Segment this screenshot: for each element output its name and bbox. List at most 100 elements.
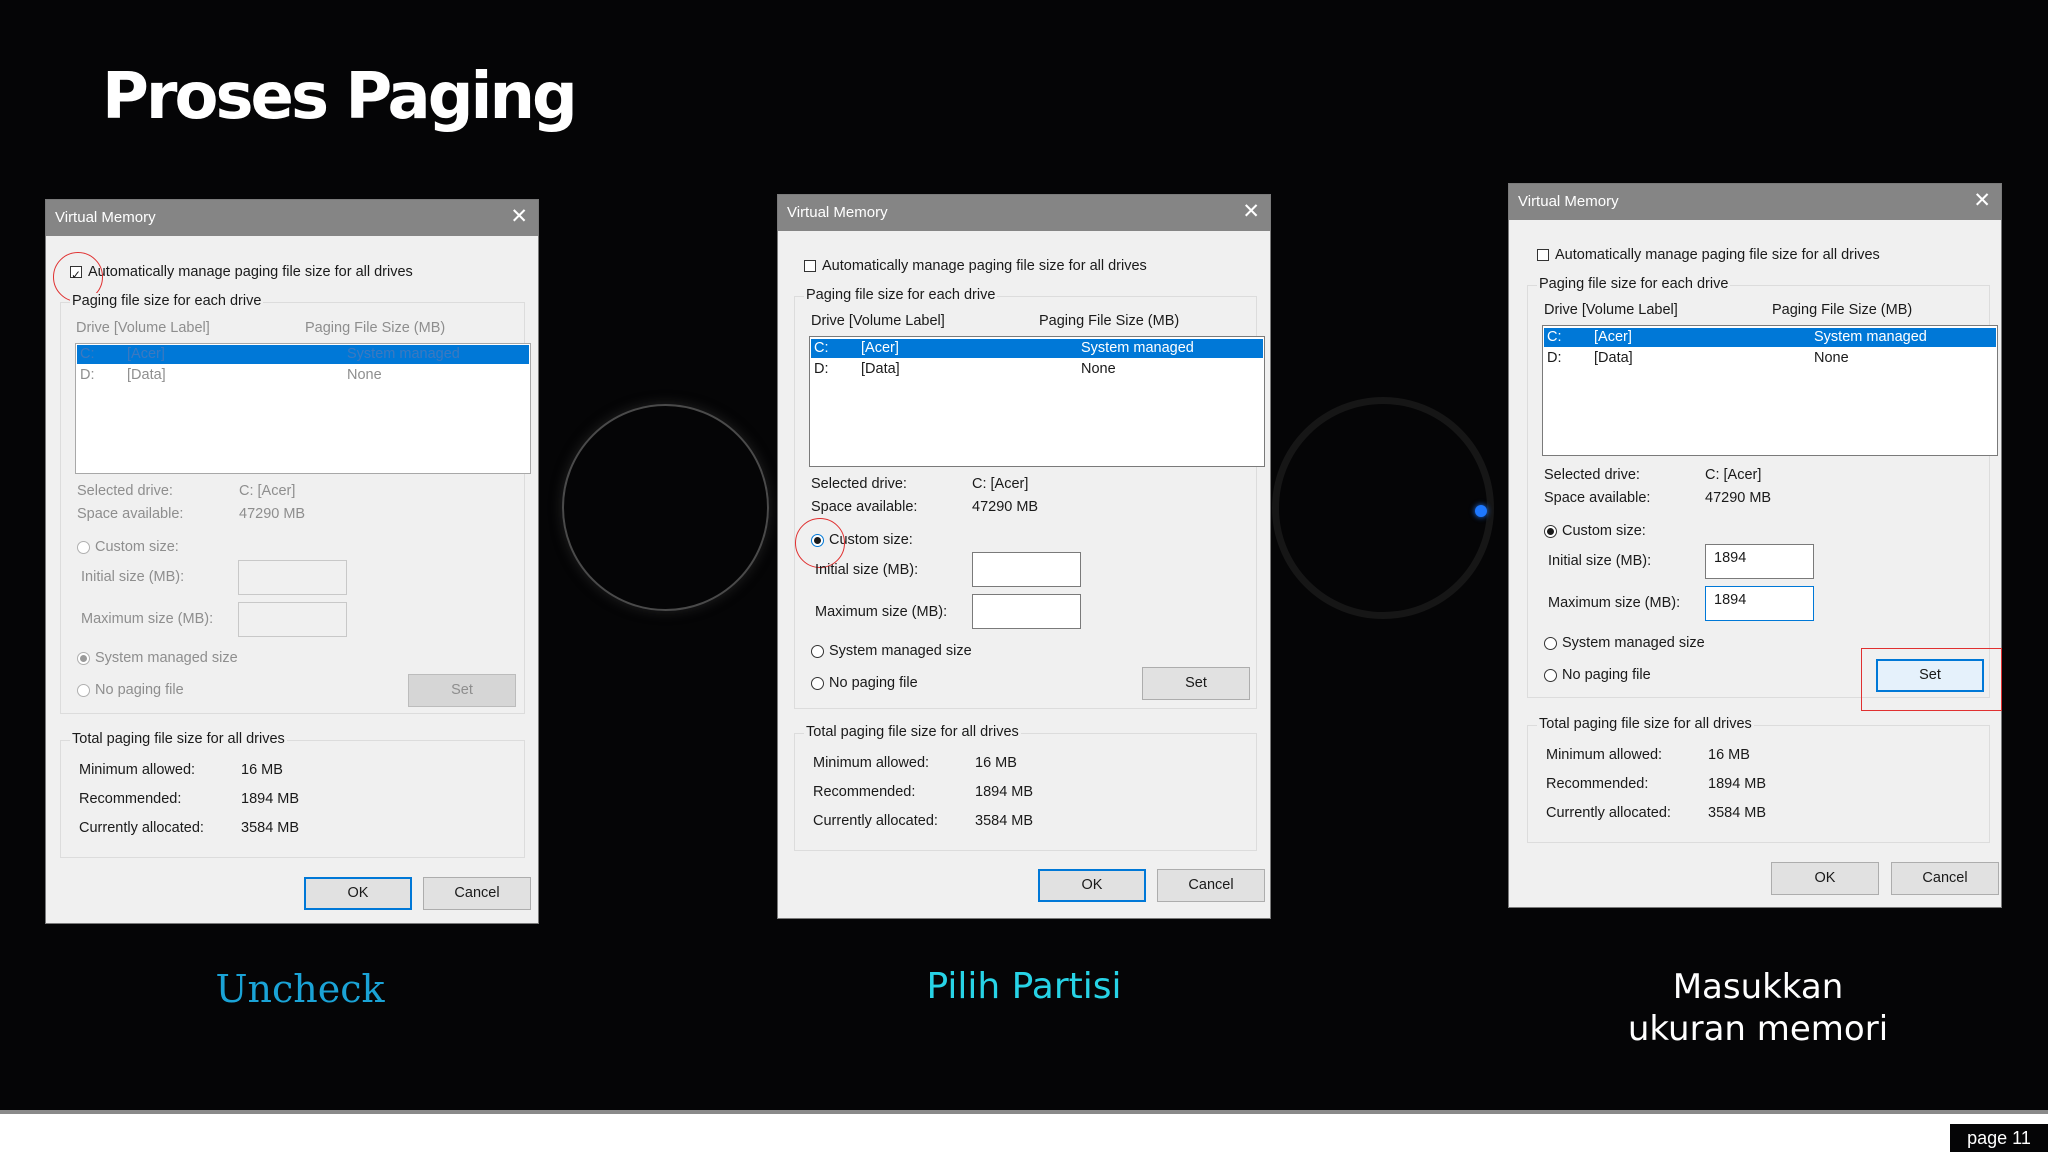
dialog-titlebar: Virtual Memory ✕ [1509,184,2001,220]
selected-drive-value: C: [Acer] [239,483,296,499]
footer-bar [0,1110,2048,1152]
maximum-size-input[interactable]: 1894 [1705,586,1814,621]
allocated-value: 3584 MB [1708,805,1767,821]
radio-circle[interactable] [77,684,90,697]
auto-manage-label: Automatically manage paging file size fo… [822,258,1147,274]
system-managed-radio[interactable]: System managed size [811,643,972,659]
slide-title: Proses Paging [102,60,578,134]
allocated-value: 3584 MB [975,813,1034,829]
dialog-title: Virtual Memory [1518,193,1619,210]
ok-button[interactable]: OK [1038,869,1146,902]
set-button[interactable]: Set [1142,667,1250,700]
no-paging-label: No paging file [95,682,184,698]
total-group-label: Total paging file size for all drives [70,731,287,747]
column-size: Paging File Size (MB) [1772,302,1913,318]
drive-list[interactable]: C: [Acer] System managed D: [Data] None [809,336,1265,467]
each-drive-group-label: Paging file size for each drive [1537,276,1731,292]
drive-row-d[interactable]: D: [Data] None [1544,349,1996,368]
caption-uncheck: Uncheck [215,967,385,1011]
radio-circle[interactable] [811,677,824,690]
recommended-value: 1894 MB [1708,776,1767,792]
drive-list[interactable]: C: [Acer] System managed D: [Data] None [1542,325,1998,456]
checkbox-box[interactable] [804,260,816,272]
close-icon[interactable]: ✕ [1242,200,1260,224]
minimum-allowed-value: 16 MB [975,755,1017,771]
checkbox-box[interactable] [1537,249,1549,261]
set-button[interactable]: Set [408,674,516,707]
highlight-rectangle [1861,648,2002,711]
drive-row-c[interactable]: C: [Acer] System managed [811,339,1263,358]
no-paging-label: No paging file [1562,667,1651,683]
space-available-label: Space available: [811,499,918,515]
total-group-label: Total paging file size for all drives [1537,716,1754,732]
selected-drive-label: Selected drive: [1544,467,1640,483]
ok-button[interactable]: OK [304,877,412,910]
column-drive: Drive [Volume Label] [1544,302,1678,318]
space-available-label: Space available: [1544,490,1651,506]
maximum-size-input[interactable] [238,602,347,637]
system-managed-label: System managed size [1562,635,1705,651]
recommended-label: Recommended: [79,791,182,807]
selected-drive-value: C: [Acer] [972,476,1029,492]
auto-manage-checkbox[interactable]: Automatically manage paging file size fo… [804,258,1147,274]
close-icon[interactable]: ✕ [510,205,528,229]
no-paging-radio[interactable]: No paging file [77,682,184,698]
recommended-value: 1894 MB [975,784,1034,800]
radio-circle[interactable] [1544,525,1557,538]
minimum-allowed-label: Minimum allowed: [79,762,196,778]
initial-size-label: Initial size (MB): [81,569,185,585]
system-managed-radio[interactable]: System managed size [77,650,238,666]
custom-size-label: Custom size: [1562,523,1646,539]
custom-size-radio[interactable]: Custom size: [77,539,179,555]
dialog-titlebar: Virtual Memory ✕ [46,200,538,236]
initial-size-input[interactable] [972,552,1081,587]
recommended-label: Recommended: [813,784,916,800]
cancel-button[interactable]: Cancel [1891,862,1999,895]
space-available-value: 47290 MB [972,499,1039,515]
radio-circle[interactable] [1544,637,1557,650]
radio-circle[interactable] [811,645,824,658]
column-drive: Drive [Volume Label] [76,320,210,336]
selected-drive-label: Selected drive: [811,476,907,492]
virtual-memory-dialog-select-partition: Virtual Memory ✕ Automatically manage pa… [777,194,1271,919]
space-available-value: 47290 MB [239,506,306,522]
initial-size-input[interactable] [238,560,347,595]
custom-size-label: Custom size: [95,539,179,555]
auto-manage-label: Automatically manage paging file size fo… [88,264,413,280]
drive-row-c[interactable]: C: [Acer] System managed [77,345,529,364]
close-icon[interactable]: ✕ [1973,189,1991,213]
custom-size-radio[interactable]: Custom size: [1544,523,1646,539]
allocated-label: Currently allocated: [1546,805,1671,821]
cancel-button[interactable]: Cancel [423,877,531,910]
system-managed-radio[interactable]: System managed size [1544,635,1705,651]
caption-masukkan-ukuran-memori: Masukkan ukuran memori [1627,967,1889,1049]
radio-circle[interactable] [1544,669,1557,682]
highlight-circle [795,518,845,568]
drive-row-c[interactable]: C: [Acer] System managed [1544,328,1996,347]
radio-circle[interactable] [77,541,90,554]
ok-button[interactable]: OK [1771,862,1879,895]
recommended-label: Recommended: [1546,776,1649,792]
no-paging-label: No paging file [829,675,918,691]
initial-size-label: Initial size (MB): [1548,553,1652,569]
auto-manage-checkbox[interactable]: ✓ Automatically manage paging file size … [70,264,413,281]
allocated-label: Currently allocated: [79,820,204,836]
maximum-size-label: Maximum size (MB): [81,611,214,627]
initial-size-label: Initial size (MB): [815,562,919,578]
recommended-value: 1894 MB [241,791,300,807]
drive-list[interactable]: C: [Acer] System managed D: [Data] None [75,343,531,474]
radio-circle[interactable] [77,652,90,665]
initial-size-input[interactable]: 1894 [1705,544,1814,579]
no-paging-radio[interactable]: No paging file [1544,667,1651,683]
decorative-ring-right [1272,397,1494,619]
allocated-label: Currently allocated: [813,813,938,829]
drive-row-d[interactable]: D: [Data] None [811,360,1263,379]
each-drive-group-label: Paging file size for each drive [804,287,998,303]
maximum-size-input[interactable] [972,594,1081,629]
page-number: page 11 [1950,1124,2048,1152]
auto-manage-checkbox[interactable]: Automatically manage paging file size fo… [1537,247,1880,263]
drive-row-d[interactable]: D: [Data] None [77,366,529,385]
cancel-button[interactable]: Cancel [1157,869,1265,902]
no-paging-radio[interactable]: No paging file [811,675,918,691]
maximum-size-label: Maximum size (MB): [815,604,948,620]
